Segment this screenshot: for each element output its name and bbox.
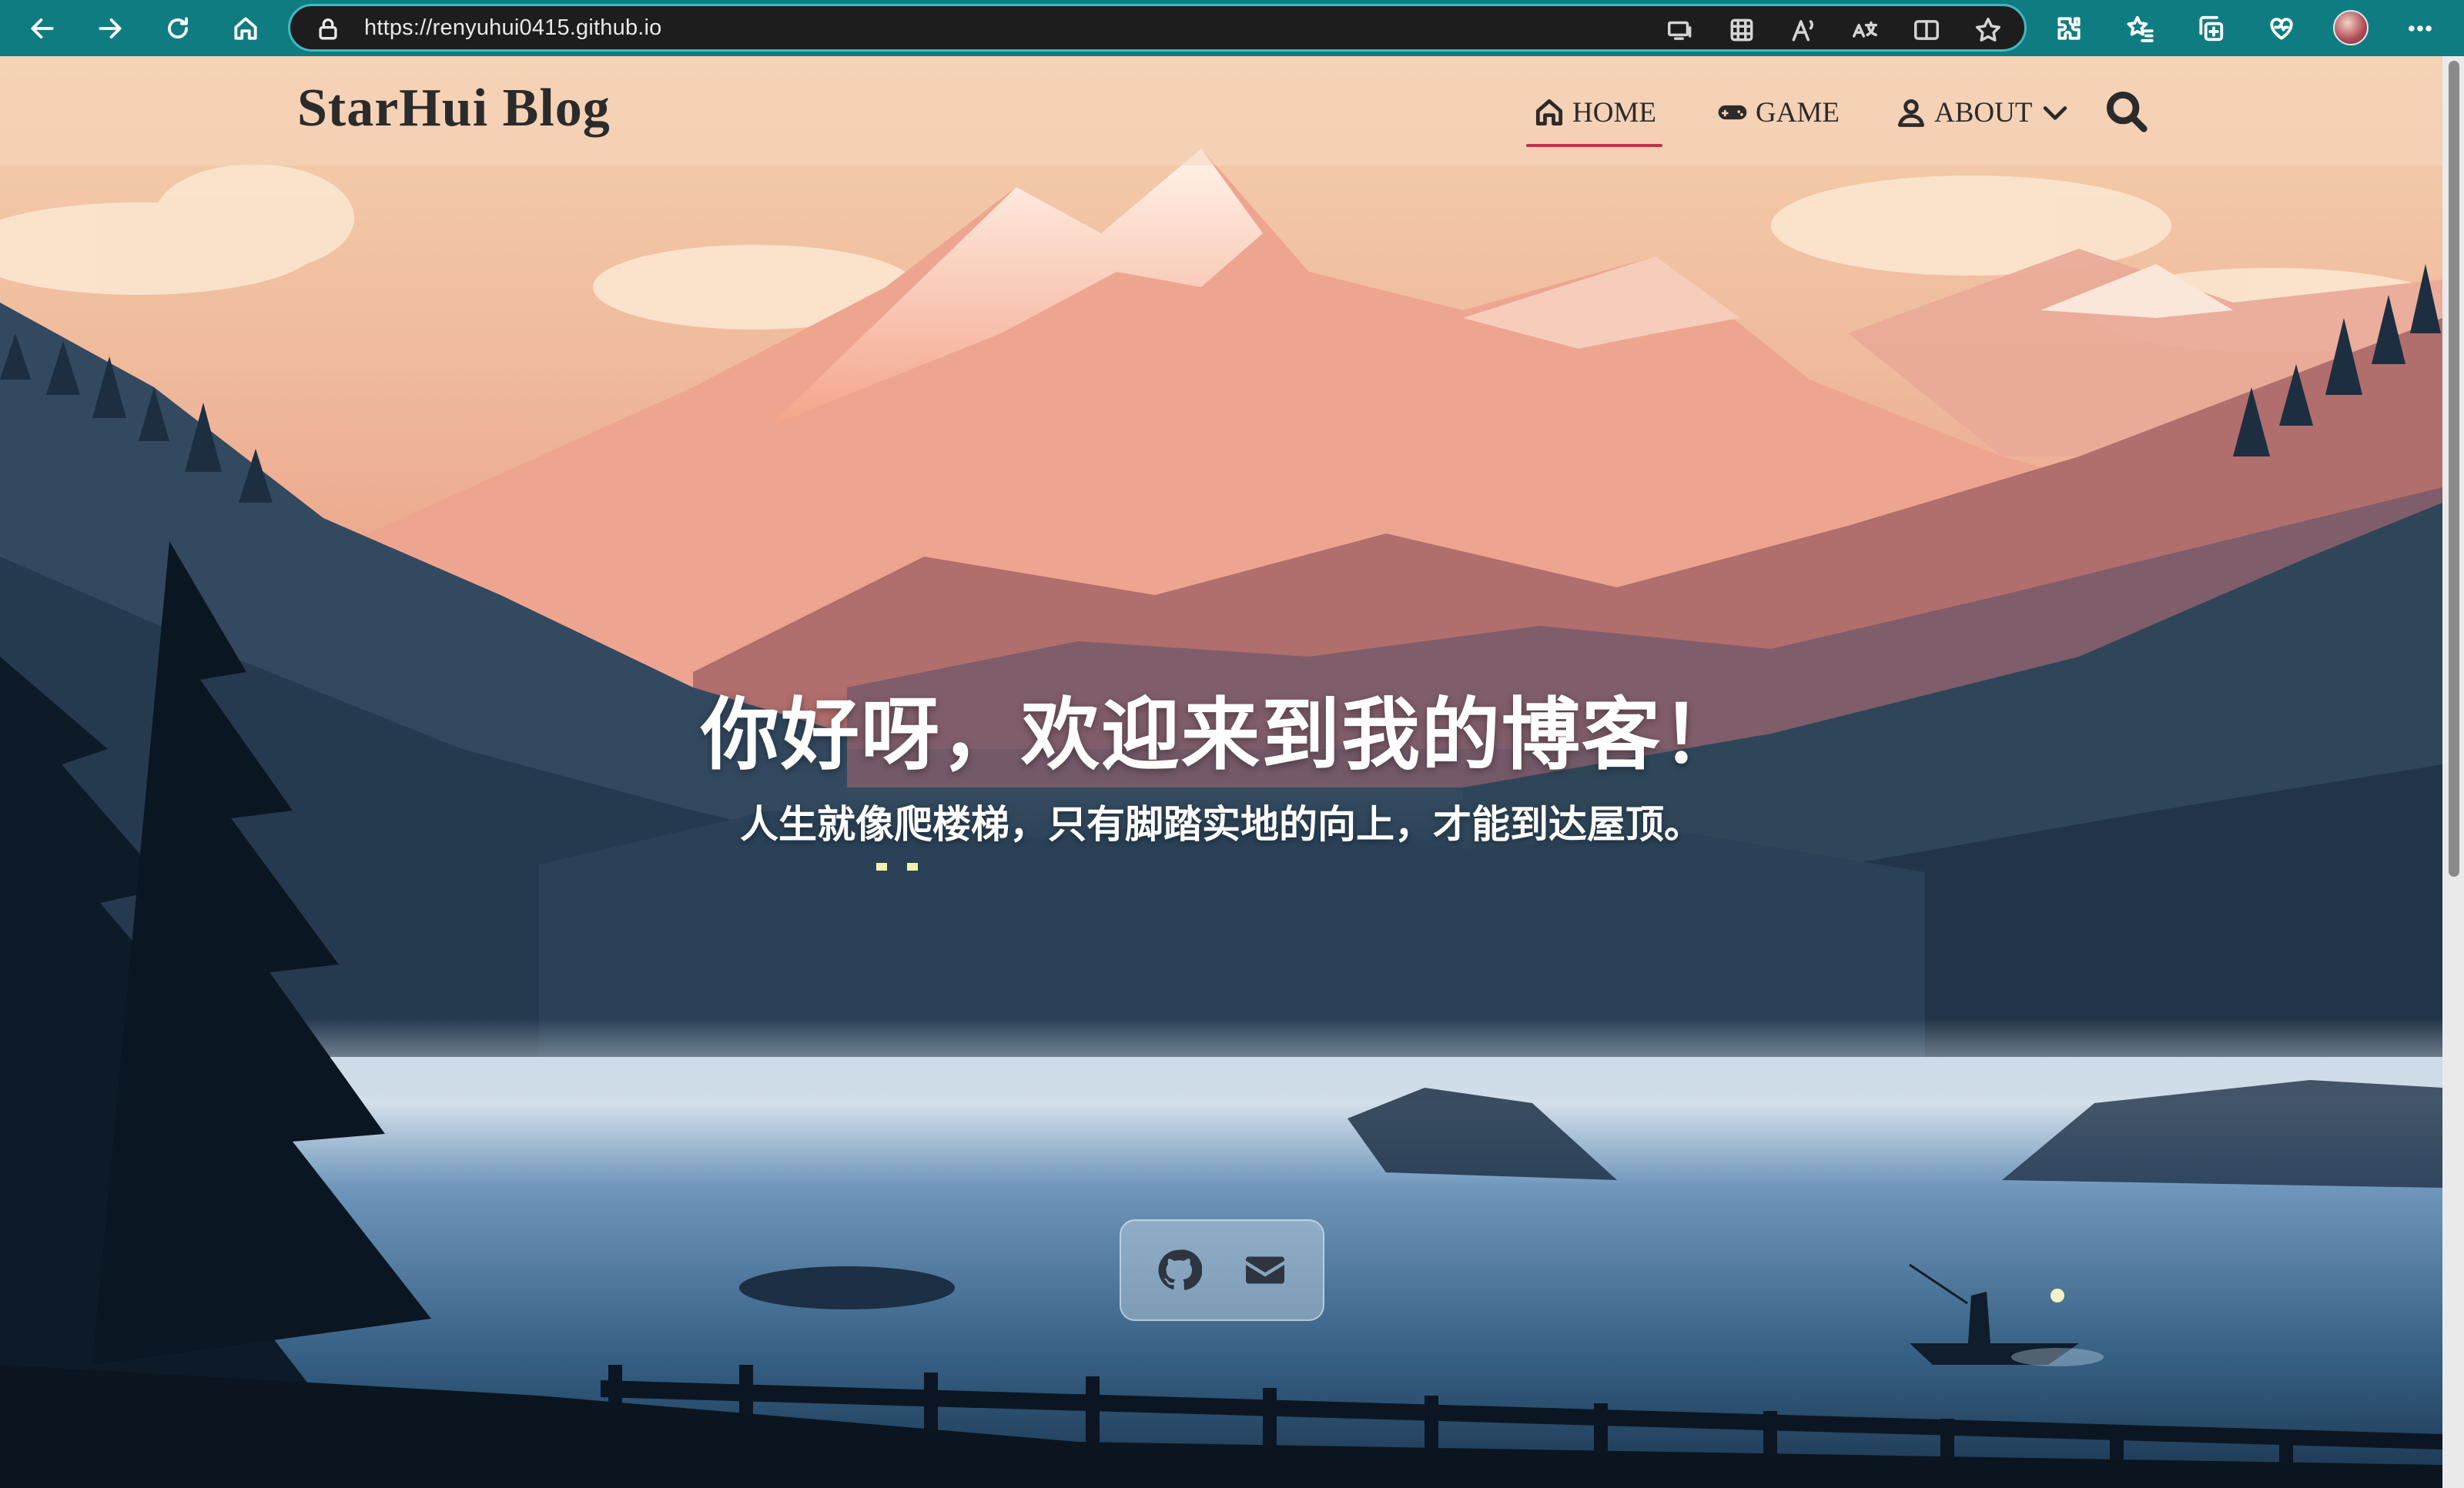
home-icon — [1535, 99, 1563, 126]
translate-icon[interactable] — [1850, 15, 1880, 45]
more-icon — [2409, 25, 2432, 32]
extensions-icon — [2057, 17, 2081, 40]
gamepad-icon — [1718, 105, 1747, 120]
favorites-button[interactable] — [2119, 8, 2161, 49]
nav-home[interactable]: HOME — [1526, 90, 1662, 147]
url-text[interactable]: https://renyuhui0415.github.io — [364, 15, 662, 41]
email-icon — [1246, 1256, 1284, 1284]
nav-about-label: ABOUT — [1934, 96, 2033, 129]
page-scrollbar[interactable] — [2442, 56, 2464, 1488]
home-icon — [234, 17, 257, 40]
collections-icon — [2199, 15, 2224, 42]
health-button[interactable] — [2261, 8, 2302, 49]
collections-button[interactable] — [2190, 8, 2231, 49]
search-icon — [2106, 91, 2148, 132]
hero-subtitle: 人生就像爬楼梯，只有脚踏实地的向上，才能到达屋顶。 — [740, 803, 1702, 846]
github-link[interactable] — [1155, 1246, 1203, 1294]
social-links — [1120, 1219, 1324, 1321]
cast-icon[interactable] — [1666, 15, 1695, 45]
favorite-star-icon[interactable] — [1974, 15, 2003, 45]
github-icon — [1158, 1249, 1202, 1290]
forward-icon — [99, 18, 122, 38]
home-button[interactable] — [225, 8, 266, 49]
read-aloud-icon[interactable] — [1789, 15, 1818, 45]
scrollbar-thumb[interactable] — [2449, 61, 2459, 877]
split-screen-icon[interactable] — [1912, 15, 1941, 45]
more-button[interactable] — [2399, 8, 2441, 49]
nav-home-label: HOME — [1572, 96, 1656, 129]
site-navbar: StarHui Blog HOME GAME ABOUT — [0, 56, 2442, 166]
forward-button[interactable] — [89, 8, 131, 49]
back-icon — [31, 18, 54, 38]
nav-game[interactable]: GAME — [1716, 90, 1840, 135]
apps-icon[interactable] — [1727, 15, 1756, 45]
nav-game-label: GAME — [1756, 96, 1840, 129]
extensions-button[interactable] — [2048, 8, 2090, 49]
refresh-button[interactable] — [157, 8, 199, 49]
nav-about-dropdown[interactable]: ABOUT — [1894, 90, 2072, 135]
search-button[interactable] — [2102, 87, 2150, 135]
email-link[interactable] — [1241, 1246, 1289, 1294]
browser-window: https://renyuhui0415.github.io StarHui B… — [0, 0, 2464, 1488]
favorites-icon — [2127, 15, 2154, 42]
browser-toolbar: https://renyuhui0415.github.io — [0, 0, 2464, 56]
address-bar[interactable]: https://renyuhui0415.github.io — [288, 4, 2027, 52]
site-brand[interactable]: StarHui Blog — [297, 78, 611, 139]
page-viewport: StarHui Blog HOME GAME ABOUT 你好呀，欢迎来到我的博… — [0, 56, 2442, 1488]
chevron-down-icon — [2044, 106, 2067, 120]
active-nav-underline — [1526, 144, 1662, 147]
back-button[interactable] — [22, 8, 63, 49]
user-icon — [1897, 99, 1925, 127]
health-icon — [2270, 18, 2293, 40]
hero-title: 你好呀，欢迎来到我的博客！ — [701, 691, 1742, 779]
profile-avatar[interactable] — [2333, 10, 2369, 45]
lock-icon[interactable] — [315, 15, 341, 42]
refresh-icon — [168, 17, 188, 38]
